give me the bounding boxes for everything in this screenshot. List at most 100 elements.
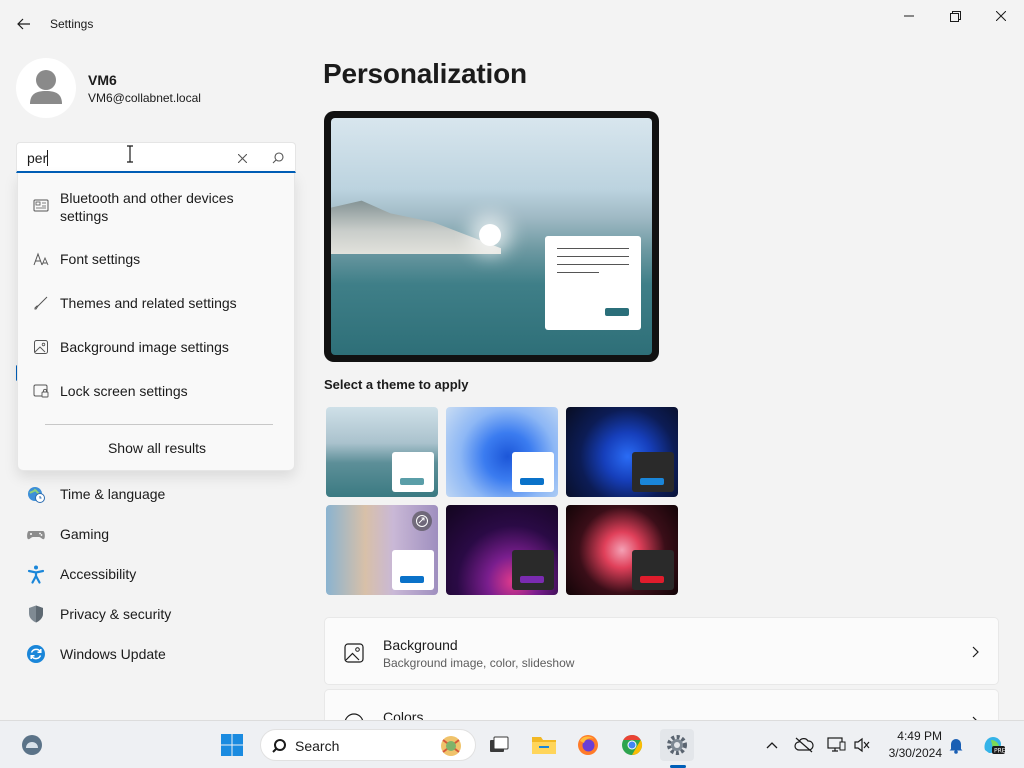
- avatar[interactable]: [16, 58, 76, 118]
- theme-accent: [640, 576, 664, 583]
- brush-icon: [32, 294, 50, 312]
- folder-icon: [532, 737, 556, 754]
- copilot-button[interactable]: PRE: [980, 735, 1006, 755]
- back-arrow-icon: [17, 18, 30, 30]
- themes-heading: Select a theme to apply: [324, 377, 469, 392]
- search-input-text[interactable]: per: [27, 150, 49, 166]
- theme-thumbnail-2[interactable]: [446, 407, 558, 497]
- restore-button[interactable]: [932, 0, 978, 32]
- preview-line: [557, 264, 629, 265]
- show-hidden-icons-button[interactable]: [762, 735, 782, 755]
- network-button[interactable]: [826, 735, 846, 755]
- background-setting[interactable]: Background Background image, color, slid…: [324, 617, 999, 685]
- theme-accent: [520, 478, 544, 485]
- text-cursor-icon: [127, 145, 133, 163]
- theme-card: [512, 550, 554, 590]
- settings-app-button[interactable]: [660, 729, 694, 761]
- nav-item-gaming[interactable]: Gaming: [16, 516, 296, 552]
- text-caret: [47, 150, 49, 166]
- app-title: Settings: [50, 17, 94, 31]
- image-icon: [32, 338, 50, 356]
- start-button[interactable]: [215, 729, 249, 761]
- close-button[interactable]: [978, 0, 1024, 32]
- preview-accent-button: [605, 308, 629, 316]
- colors-setting[interactable]: Colors: [324, 689, 999, 720]
- taskbar-search[interactable]: Search: [260, 729, 476, 761]
- search-icon: [272, 152, 284, 164]
- notifications-button[interactable]: [946, 735, 966, 755]
- preview-hill: [331, 200, 501, 254]
- taskbar-search-label: Search: [295, 738, 340, 754]
- theme-card: [392, 452, 434, 492]
- gamepad-icon: [26, 524, 46, 544]
- chevron-up-icon: [766, 742, 778, 749]
- speaker-muted-icon: [854, 737, 870, 753]
- show-all-results-button[interactable]: Show all results: [18, 440, 296, 456]
- theme-thumbnail-1[interactable]: [326, 407, 438, 497]
- theme-accent: [400, 576, 424, 583]
- svg-text:PRE: PRE: [994, 748, 1005, 755]
- suggestion-label: Themes and related settings: [60, 295, 237, 311]
- nav-item-accessibility[interactable]: Accessibility: [16, 556, 296, 592]
- nav-item-privacy-security[interactable]: Privacy & security: [16, 596, 296, 632]
- weather-icon: [22, 735, 42, 755]
- file-explorer-button[interactable]: [527, 729, 561, 761]
- clock-date[interactable]: 3/30/2024: [870, 746, 942, 760]
- palette-icon: [344, 713, 364, 720]
- back-button[interactable]: [10, 12, 38, 36]
- onedrive-button[interactable]: [794, 735, 814, 755]
- card-title: Background: [383, 637, 458, 653]
- widgets-button[interactable]: [15, 729, 49, 761]
- suggestions-divider: [45, 424, 273, 425]
- accessibility-icon: [26, 564, 46, 584]
- user-name: VM6: [88, 72, 117, 88]
- theme-accent: [520, 576, 544, 583]
- search-input[interactable]: per: [16, 142, 296, 173]
- shield-icon: [26, 604, 46, 624]
- card-title: Colors: [383, 709, 424, 720]
- search-suggestions: Bluetooth and other devices settings Fon…: [17, 173, 295, 471]
- font-icon: [32, 250, 50, 268]
- nav-label: Privacy & security: [60, 606, 172, 622]
- user-icon: [30, 70, 62, 104]
- task-view-icon: [490, 736, 509, 752]
- preview-wallpaper: [331, 118, 652, 355]
- theme-thumbnail-5[interactable]: [446, 505, 558, 595]
- volume-button[interactable]: [852, 735, 872, 755]
- theme-accent: [400, 478, 424, 485]
- minimize-button[interactable]: [886, 0, 932, 32]
- suggestion-label: Bluetooth and other devices settings: [60, 190, 234, 224]
- nav-item-windows-update[interactable]: Windows Update: [16, 636, 296, 672]
- theme-card: [512, 452, 554, 492]
- search-button[interactable]: [269, 149, 287, 167]
- preview-line: [557, 248, 629, 249]
- task-view-button[interactable]: [482, 729, 516, 761]
- theme-card: [632, 452, 674, 492]
- theme-thumbnail-6[interactable]: [566, 505, 678, 595]
- suggestion-label: Lock screen settings: [60, 383, 188, 399]
- close-icon: [996, 11, 1006, 21]
- chrome-button[interactable]: [615, 729, 649, 761]
- globe-clock-icon: [26, 484, 46, 504]
- preview-line: [557, 256, 629, 257]
- firefox-icon: [578, 735, 598, 755]
- image-icon: [344, 643, 364, 663]
- clock-time[interactable]: 4:49 PM: [880, 729, 942, 743]
- firefox-button[interactable]: [571, 729, 605, 761]
- clear-search-button[interactable]: [233, 149, 251, 167]
- cloud-offline-icon: [794, 737, 814, 753]
- theme-thumbnail-4[interactable]: [326, 505, 438, 595]
- nav-label: Time & language: [60, 486, 166, 502]
- page-title: Personalization: [323, 58, 527, 89]
- card-subtitle: Background image, color, slideshow: [383, 656, 575, 670]
- gear-icon: [667, 735, 687, 755]
- minimize-icon: [904, 15, 914, 17]
- network-icon: [827, 737, 846, 752]
- restore-icon: [949, 10, 961, 22]
- nav-item-time-language[interactable]: Time & language: [16, 476, 296, 512]
- theme-thumbnail-3[interactable]: [566, 407, 678, 497]
- lock-screen-icon: [32, 382, 50, 400]
- preview-line: [557, 272, 599, 273]
- nav-label: Windows Update: [60, 646, 166, 662]
- preview-sun: [479, 224, 501, 246]
